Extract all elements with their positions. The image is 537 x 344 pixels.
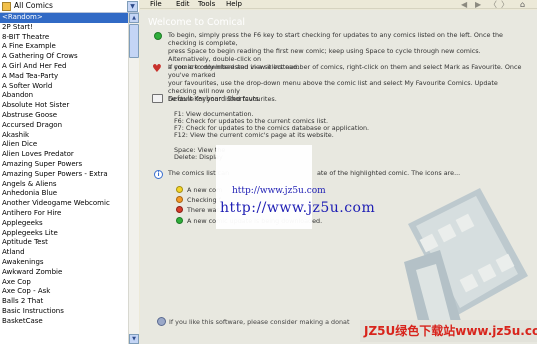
comic-list-item[interactable]: Alien Dice (0, 140, 128, 150)
home-icon[interactable]: ⌂ (520, 0, 525, 9)
comic-list-item[interactable]: Axe Cop (0, 278, 128, 288)
comic-list-item[interactable]: Applegeeks Lite (0, 229, 128, 239)
comic-list-item[interactable]: Balls 2 That (0, 297, 128, 307)
back-icon[interactable]: ◀ (461, 0, 467, 9)
comic-filter-dropdown[interactable]: All Comics ▼ (0, 0, 139, 13)
downloading-icon (176, 217, 183, 224)
comic-list-item[interactable]: Aptitude Test (0, 238, 128, 248)
menu-edit[interactable]: Edit (176, 0, 190, 9)
comic-list-item[interactable]: Abandon (0, 91, 128, 101)
scroll-down-icon[interactable]: ▼ (129, 334, 139, 344)
checking-icon (176, 196, 183, 203)
comic-list-scrollbar[interactable]: ▲ ▼ (128, 13, 139, 344)
status-error: There was (187, 206, 220, 214)
comic-list-item[interactable]: Applegeeks (0, 219, 128, 229)
comic-list-item[interactable]: Axe Cop - Ask (0, 287, 128, 297)
favourites-line: your favourites, use the drop-down menu … (168, 79, 498, 95)
favourite-heart-icon: ♥ (152, 62, 162, 75)
comic-list-item[interactable]: A Softer World (0, 82, 128, 92)
comic-list-item[interactable]: A Girl And Her Fed (0, 62, 128, 72)
comic-list-item[interactable]: Atland (0, 248, 128, 258)
page-title: Welcome to Comical (148, 17, 246, 28)
intro-line: press Space to begin reading the first n… (168, 47, 481, 63)
film-strip-logo-icon (404, 188, 528, 338)
forward-icon[interactable]: ▶ (475, 0, 481, 9)
comic-list-item[interactable]: A Fine Example (0, 42, 128, 52)
shortcut-f12: F12: View the current comic's page at it… (174, 131, 334, 139)
watermark-banner-text: JZ5U绿色下载站www.jz5u.com (364, 324, 537, 338)
next-icon[interactable]: 〉 (501, 0, 509, 9)
donate-text[interactable]: If you like this software, please consid… (169, 318, 349, 326)
menu-help[interactable]: Help (226, 0, 242, 9)
chevron-down-icon[interactable]: ▼ (127, 1, 138, 12)
menu-bar: File Edit Tools Help ◀ ▶ 〈 〉 ⌂ (140, 0, 537, 9)
comic-list-panel: All Comics ▼ <Random> 2P Start! 8-BIT Thea… (0, 0, 139, 344)
previous-icon[interactable]: 〈 (489, 0, 497, 9)
comic-list-item[interactable]: 2P Start! (0, 23, 128, 33)
comic-list-item[interactable]: Anhedonia Blue (0, 189, 128, 199)
watermark-url-small: http://www.jz5u.com (232, 186, 326, 196)
intro-line: To begin, simply press the F6 key to sta… (168, 31, 503, 47)
keyboard-icon (152, 94, 163, 103)
comic-list-item[interactable]: <Random> (0, 13, 128, 23)
watermark-url-large: http://www.jz5u.com (220, 200, 376, 216)
comic-filter-value: All Comics (14, 1, 53, 10)
comic-list-item[interactable]: Awakenings (0, 258, 128, 268)
comic-list-item[interactable]: 8-BIT Theatre (0, 33, 128, 43)
comic-list-item[interactable]: Accursed Dragon (0, 121, 128, 131)
menu-tools[interactable]: Tools (198, 0, 215, 9)
comic-list[interactable]: <Random> 2P Start! 8-BIT Theatre A Fine Exa… (0, 13, 128, 344)
comic-list-item[interactable]: Alien Loves Predator (0, 150, 128, 160)
comic-list-item[interactable]: BasketCase (0, 317, 128, 327)
shortcuts-heading: Default Keyboard Shortcuts (168, 95, 259, 103)
comic-list-item[interactable]: Awkward Zombie (0, 268, 128, 278)
comic-list-item[interactable]: Angels & Aliens (0, 180, 128, 190)
comic-list-item[interactable]: Another Videogame Webcomic (0, 199, 128, 209)
comic-list-item[interactable]: Antihero For Hire (0, 209, 128, 219)
new-comic-icon (176, 186, 183, 193)
favourites-line: If you are only interested in a select n… (168, 63, 522, 79)
comic-list-item[interactable]: Absolute Hot Sister (0, 101, 128, 111)
comic-list-item[interactable]: Amazing Super Powers (0, 160, 128, 170)
comic-list-item[interactable]: A Mad Tea-Party (0, 72, 128, 82)
comic-list-item[interactable]: Amazing Super Powers - Extra (0, 170, 128, 180)
comic-list-item[interactable]: Akashik (0, 131, 128, 141)
welcome-page: Welcome to Comical To begin, simply pres… (140, 10, 537, 344)
donate-icon (157, 317, 166, 326)
comic-list-item[interactable]: A Gathering Of Crows (0, 52, 128, 62)
start-icon (154, 32, 162, 40)
scroll-up-icon[interactable]: ▲ (129, 13, 139, 23)
comics-folder-icon (2, 2, 11, 11)
scroll-thumb[interactable] (129, 24, 139, 58)
error-icon (176, 206, 183, 213)
menu-file[interactable]: File (150, 0, 162, 9)
comic-list-item[interactable]: Abstruse Goose (0, 111, 128, 121)
info-icon: i (154, 170, 163, 179)
comic-list-item[interactable]: Basic Instructions (0, 307, 128, 317)
